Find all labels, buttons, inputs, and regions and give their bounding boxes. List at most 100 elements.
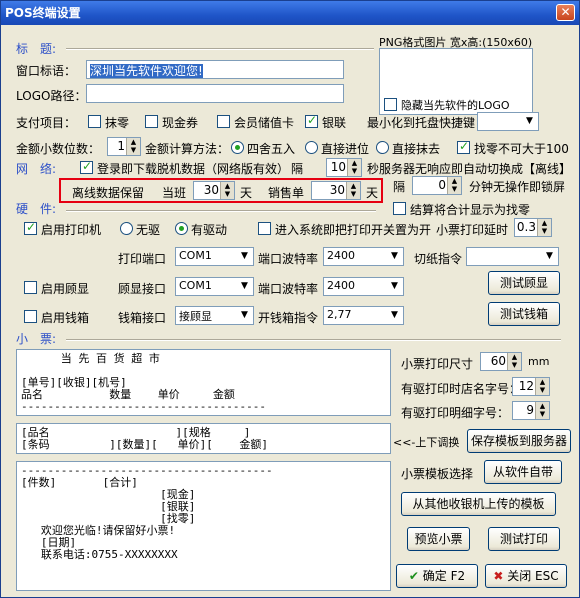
chevron-down-icon: ▼ — [391, 310, 398, 320]
receipt-detail-template[interactable]: [品名 ][规格 ] [条码 ][数量][ 单价][ 金额] — [16, 423, 391, 454]
save-template-button[interactable]: 保存模板到服务器 — [467, 429, 571, 453]
drawer-port-select[interactable]: 接顾显 ▼ — [175, 306, 254, 325]
display-port-label: 顾显接口 — [118, 282, 167, 296]
calc-wipe-radio[interactable] — [376, 141, 389, 154]
from-other-button[interactable]: 从其他收银机上传的模板 — [401, 492, 556, 516]
close-icon[interactable]: ✕ — [556, 4, 575, 21]
test-drawer-button[interactable]: 测试钱箱 — [488, 302, 560, 326]
print-on-enter-label: 进入系统即把打印开关置为开 — [275, 223, 432, 237]
drawer-cmd-select[interactable]: 2,77 ▼ — [323, 306, 404, 325]
receipt-header-template[interactable]: 当 先 百 货 超 市 [单号][收银][机号] 品名 数量 单价 金额 ---… — [16, 349, 391, 416]
no-driver-radio[interactable] — [120, 222, 133, 235]
change-limit-label: 找零不可大于100 — [474, 142, 569, 156]
decimal-places-stepper[interactable]: 1 ▲ ▼ — [107, 137, 141, 156]
print-delay-label: 小票打印延时 — [436, 223, 509, 237]
lock-minutes-stepper[interactable]: 0 ▲ ▼ — [412, 176, 462, 195]
enable-printer-checkbox[interactable] — [24, 220, 37, 235]
spin-arrows-icon[interactable]: ▲ ▼ — [220, 182, 234, 199]
settle-change-checkbox[interactable] — [393, 202, 406, 215]
pay-wipe-checkbox[interactable] — [88, 115, 101, 128]
days-label: 天 — [240, 186, 253, 200]
ok-button[interactable]: ✔ 确定 F2 — [396, 564, 478, 588]
spin-arrows-icon[interactable]: ▲ ▼ — [507, 353, 521, 370]
chevron-down-icon: ▼ — [391, 251, 398, 261]
chevron-down-icon: ▼ — [241, 281, 248, 291]
no-driver-label: 无驱 — [136, 223, 161, 237]
baud-rate-value-2: 2400 — [327, 279, 355, 292]
receipt-footer-template[interactable]: -------------------------------------- [… — [16, 461, 391, 591]
cut-cmd-label: 切纸指令 — [414, 252, 463, 266]
divider — [66, 48, 374, 50]
window-title-input[interactable]: 深圳当先软件欢迎您! — [86, 60, 344, 79]
enable-drawer-label: 启用钱箱 — [41, 311, 90, 325]
detail-font-label: 有驱打印明细字号： — [401, 406, 510, 420]
preview-button[interactable]: 预览小票 — [407, 527, 470, 551]
template-select-label: 小票模板选择 — [401, 467, 474, 481]
section-hardware: 硬 件: — [16, 202, 57, 216]
chevron-down-icon: ▼ — [241, 251, 248, 261]
header-font-stepper[interactable]: 12 ▲ ▼ — [512, 377, 550, 396]
current-shift-days-value: 30 — [203, 183, 219, 197]
spin-arrows-icon[interactable]: ▲ ▼ — [346, 182, 360, 199]
display-port-select[interactable]: COM1 ▼ — [175, 277, 254, 296]
sales-bill-days-stepper[interactable]: 30 ▲ ▼ — [311, 181, 361, 200]
sales-bill-days-value: 30 — [329, 183, 345, 197]
calc-up-radio[interactable] — [305, 141, 318, 154]
pay-coupon-checkbox[interactable] — [145, 115, 158, 128]
change-limit-checkbox[interactable] — [457, 139, 470, 154]
spin-arrows-icon[interactable]: ▲ ▼ — [447, 177, 461, 194]
print-port-label: 打印端口 — [118, 252, 167, 266]
sales-bill-label: 销售单 — [268, 186, 305, 200]
chevron-down-icon: ▼ — [526, 116, 533, 126]
enable-drawer-checkbox[interactable] — [24, 310, 37, 323]
paper-size-stepper[interactable]: 60 ▲ ▼ — [480, 352, 522, 371]
baud-rate-select-2[interactable]: 2400 ▼ — [323, 277, 404, 296]
header-font-label: 有驱打印时店名字号： — [401, 382, 522, 396]
dialog-body: 标 题: PNG格式图片 宽x高:(150x60) 窗口标语： 深圳当先软件欢迎… — [4, 26, 576, 594]
enable-display-checkbox[interactable] — [24, 281, 37, 294]
interval-label: 隔 — [291, 162, 304, 176]
print-port-select[interactable]: COM1 ▼ — [175, 247, 254, 266]
swap-label[interactable]: <<-上下调换 — [393, 434, 459, 450]
test-display-button[interactable]: 测试顾显 — [488, 271, 560, 295]
settings-window: POS终端设置 ✕ 标 题: PNG格式图片 宽x高:(150x60) 窗口标语… — [0, 0, 580, 598]
chevron-down-icon: ▼ — [546, 251, 553, 261]
print-delay-stepper[interactable]: 0.3 ▲ ▼ — [514, 218, 552, 237]
spin-arrows-icon[interactable]: ▲ ▼ — [535, 378, 549, 395]
hide-logo-checkbox[interactable] — [384, 98, 397, 111]
from-software-button[interactable]: 从软件自带 — [484, 460, 562, 484]
minimize-key-select[interactable]: ▼ — [477, 112, 539, 131]
cut-cmd-select[interactable]: ▼ — [466, 247, 559, 266]
calc-round-radio[interactable] — [231, 141, 244, 154]
baud-rate-label-2: 端口波特率 — [258, 282, 319, 296]
spin-arrows-icon[interactable]: ▲ ▼ — [537, 219, 551, 236]
has-driver-radio[interactable] — [175, 222, 188, 235]
minimize-label: 最小化到托盘快捷键 — [367, 116, 476, 130]
divider — [66, 210, 376, 212]
interval-seconds-stepper[interactable]: 10 ▲ ▼ — [326, 158, 362, 177]
header-font-value: 12 — [518, 379, 534, 393]
download-offline-checkbox[interactable] — [80, 159, 93, 174]
interval-label-2: 隔 — [393, 180, 406, 194]
calc-round-label: 四舍五入 — [247, 142, 296, 156]
close-button[interactable]: ✖ 关闭 ESC — [485, 564, 567, 588]
print-on-enter-checkbox[interactable] — [258, 222, 271, 235]
pay-member-checkbox[interactable] — [217, 115, 230, 128]
spin-arrows-icon[interactable]: ▲ ▼ — [347, 159, 361, 176]
drawer-port-label: 钱箱接口 — [118, 311, 167, 325]
pay-unionpay-checkbox[interactable] — [305, 113, 318, 128]
detail-font-stepper[interactable]: 9 ▲ ▼ — [512, 401, 550, 420]
print-delay-value: 0.3 — [516, 220, 536, 234]
spin-arrows-icon[interactable]: ▲ ▼ — [126, 138, 140, 155]
detail-font-value: 9 — [526, 403, 534, 417]
drawer-cmd-value: 2,77 — [327, 308, 352, 321]
test-print-button[interactable]: 测试打印 — [488, 527, 560, 551]
chevron-down-icon: ▼ — [241, 310, 248, 320]
spin-arrows-icon[interactable]: ▲ ▼ — [535, 402, 549, 419]
logo-path-input[interactable] — [86, 84, 344, 103]
section-title: 标 题: — [16, 42, 57, 56]
logo-path-label: LOGO路径： — [16, 89, 87, 103]
current-shift-days-stepper[interactable]: 30 ▲ ▼ — [193, 181, 235, 200]
baud-rate-select[interactable]: 2400 ▼ — [323, 247, 404, 266]
calc-wipe-label: 直接抹去 — [392, 142, 441, 156]
